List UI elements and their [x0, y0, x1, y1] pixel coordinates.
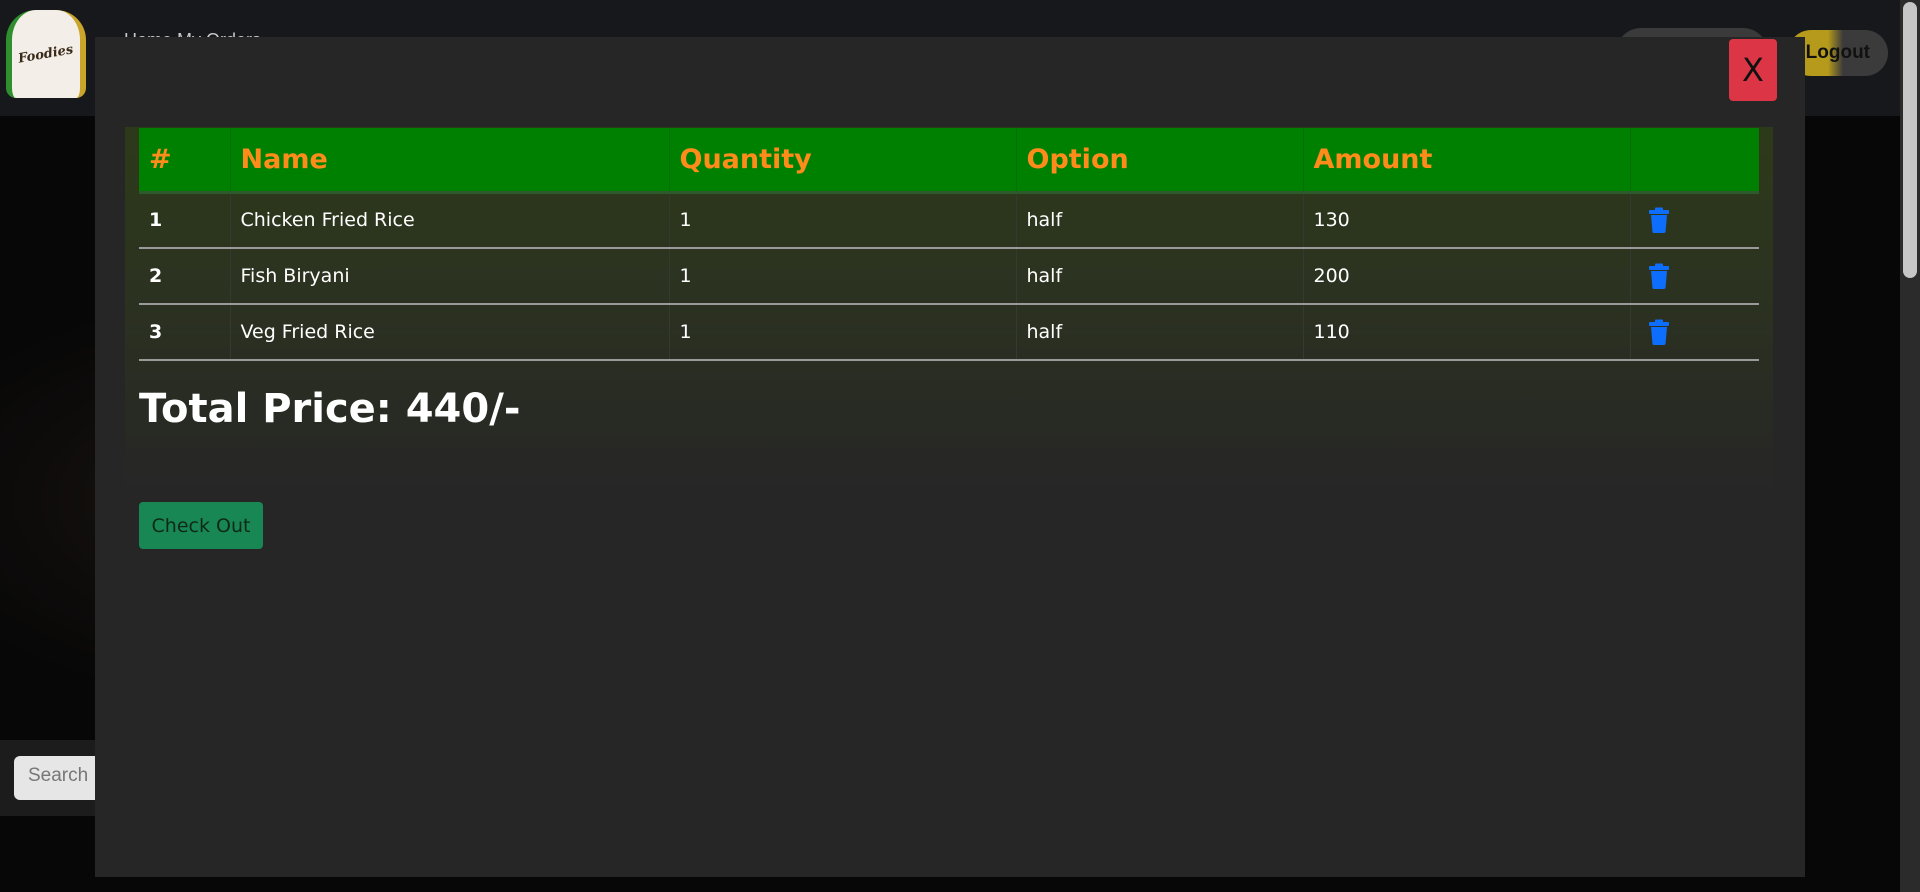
trash-icon[interactable]	[1648, 207, 1669, 234]
column-header-amount: Amount	[1303, 128, 1631, 194]
item-option: half	[1016, 192, 1304, 249]
cart-table-header-row: # Name Quantity Option Amount	[139, 128, 1759, 194]
item-option: half	[1016, 304, 1304, 361]
item-option: half	[1016, 248, 1304, 305]
item-amount: 130	[1303, 192, 1631, 249]
delete-cell	[1630, 248, 1759, 305]
scrollbar-thumb[interactable]	[1903, 2, 1917, 278]
column-header-actions	[1630, 128, 1759, 194]
trash-icon[interactable]	[1648, 319, 1669, 345]
column-header-name: Name	[230, 128, 670, 194]
item-name: Chicken Fried Rice	[230, 192, 670, 249]
close-button[interactable]: X	[1729, 39, 1777, 101]
item-quantity: 1	[669, 248, 1017, 305]
item-name: Fish Biryani	[230, 248, 670, 305]
row-index: 2	[139, 248, 231, 305]
item-quantity: 1	[669, 192, 1017, 249]
item-name: Veg Fried Rice	[230, 304, 670, 361]
item-amount: 200	[1303, 248, 1631, 305]
trash-icon[interactable]	[1648, 263, 1669, 289]
page-scrollbar[interactable]	[1900, 0, 1920, 892]
column-header-quantity: Quantity	[669, 128, 1017, 194]
column-header-index: #	[139, 128, 231, 194]
table-row: 1 Chicken Fried Rice 1 half 130	[139, 192, 1759, 249]
table-row: 3 Veg Fried Rice 1 half 110	[139, 304, 1759, 361]
item-amount: 110	[1303, 304, 1631, 361]
item-quantity: 1	[669, 304, 1017, 361]
cart-table: # Name Quantity Option Amount 1 Chicken …	[139, 128, 1759, 361]
delete-cell	[1630, 192, 1759, 249]
table-row: 2 Fish Biryani 1 half 200	[139, 248, 1759, 305]
total-price: Total Price: 440/-	[139, 386, 521, 432]
checkout-button[interactable]: Check Out	[139, 502, 263, 549]
site-logo[interactable]: Foodies	[6, 10, 86, 98]
row-index: 3	[139, 304, 231, 361]
column-header-option: Option	[1016, 128, 1304, 194]
site-logo-text: Foodies	[17, 41, 75, 67]
row-index: 1	[139, 192, 231, 249]
delete-cell	[1630, 304, 1759, 361]
